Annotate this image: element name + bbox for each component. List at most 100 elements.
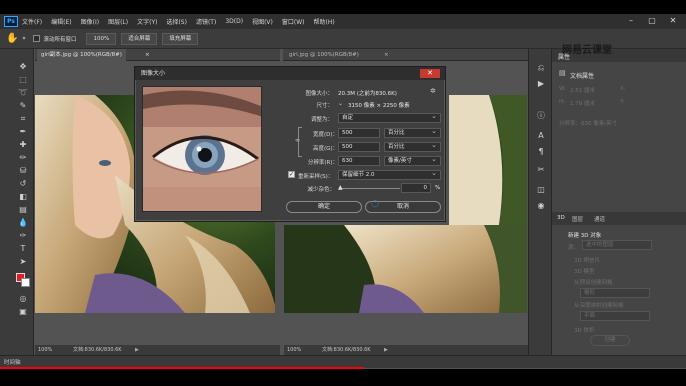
- quick-select-tool-icon[interactable]: ✎: [17, 100, 29, 112]
- width-unit-select[interactable]: 百分比: [384, 127, 441, 138]
- preset-select[interactable]: 帽形: [580, 288, 650, 298]
- settings-gear-icon[interactable]: ✲: [430, 87, 436, 95]
- fill-screen-button[interactable]: 填充屏幕: [162, 32, 199, 45]
- right-status-arrow-icon[interactable]: ▶: [384, 345, 388, 355]
- background-color-swatch[interactable]: [21, 278, 30, 287]
- lasso-tool-icon[interactable]: ➰: [17, 87, 29, 99]
- height-value[interactable]: 1.79 厘米: [570, 99, 595, 107]
- radio-postcard[interactable]: 3D 明信片: [574, 256, 600, 264]
- source-select[interactable]: 选中的图层: [582, 240, 652, 250]
- screen-mode-icon[interactable]: ▣: [17, 306, 29, 318]
- noise-slider-thumb[interactable]: ▲: [338, 184, 343, 191]
- tools-panel: ✥ ⬚ ➰ ✎ ⌗ ✒ ✚ ✏ ⛁ ↺ ◧ ▤ 💧 ✑ T ➤ ▭ 🔍 ◎ ▣: [0, 49, 34, 365]
- image-size-dialog: 图像大小 ✕ 图像大小： 20.3M (之前为830.6K) ✲ 尺寸： ⌄ 3…: [134, 66, 446, 222]
- info-panel-icon[interactable]: ⓘ: [536, 111, 546, 121]
- radio-volume[interactable]: 3D 体积: [574, 326, 594, 334]
- image-preview[interactable]: [142, 86, 262, 212]
- menu-window[interactable]: 窗口(W): [282, 17, 305, 26]
- menu-type[interactable]: 文字(Y): [137, 17, 157, 26]
- menu-image[interactable]: 图像(I): [81, 17, 99, 26]
- tool-preset-chevron-icon[interactable]: ▾: [22, 35, 25, 42]
- blur-tool-icon[interactable]: 💧: [17, 217, 29, 229]
- character-panel-icon[interactable]: A: [536, 131, 546, 141]
- fit-screen-button[interactable]: 适合屏幕: [121, 32, 158, 45]
- tab-close-icon[interactable]: ×: [141, 49, 154, 61]
- eraser-tool-icon[interactable]: ◧: [17, 191, 29, 203]
- height-unit-select[interactable]: 百分比: [384, 141, 441, 152]
- path-select-icon[interactable]: ➤: [17, 256, 29, 268]
- 3d-tabbar: 3D 图层 通道: [552, 212, 686, 225]
- width-value[interactable]: 2.51 厘米: [570, 86, 595, 94]
- right-canvas[interactable]: [284, 225, 527, 313]
- brush-tool-icon[interactable]: ✏: [17, 152, 29, 164]
- resolution-unit-select[interactable]: 像素/英寸: [384, 155, 441, 166]
- menu-filter[interactable]: 滤镜(T): [196, 17, 216, 26]
- resample-checkbox[interactable]: ✓: [288, 171, 295, 178]
- close-window-button[interactable]: ✕: [666, 15, 680, 27]
- layer-comps-icon[interactable]: ◫: [536, 185, 546, 195]
- pen-tool-icon[interactable]: ✑: [17, 230, 29, 242]
- noise-slider-track[interactable]: [340, 188, 400, 189]
- width-input[interactable]: 500: [338, 128, 380, 138]
- menu-layer[interactable]: 图层(L): [108, 17, 128, 26]
- history-brush-icon[interactable]: ↺: [17, 178, 29, 190]
- tab-girl[interactable]: girl.jpg @ 100%(RGB/8#): [285, 49, 363, 61]
- right-doc-tabbar: girl.jpg @ 100%(RGB/8#) ×: [283, 49, 528, 61]
- stamp-tool-icon[interactable]: ⛁: [17, 165, 29, 177]
- menu-edit[interactable]: 编辑(E): [51, 17, 71, 26]
- quick-mask-icon[interactable]: ◎: [17, 293, 29, 305]
- menu-select[interactable]: 选择(S): [166, 17, 187, 26]
- paragraph-panel-icon[interactable]: ¶: [536, 147, 546, 157]
- depth-select[interactable]: 平面: [580, 311, 650, 321]
- styles-panel-icon[interactable]: ◉: [536, 201, 546, 211]
- menu-file[interactable]: 文件(F): [22, 17, 42, 26]
- fit-to-select[interactable]: 自定: [338, 112, 441, 123]
- height-input[interactable]: 500: [338, 142, 380, 152]
- timeline-label[interactable]: 时间轴: [4, 358, 21, 366]
- create-3d-button[interactable]: 创建: [590, 335, 630, 346]
- menu-view[interactable]: 视图(V): [252, 17, 273, 26]
- gradient-tool-icon[interactable]: ▤: [17, 204, 29, 216]
- chain-link-icon[interactable]: ∞: [295, 137, 300, 144]
- left-zoom-level[interactable]: 100%: [38, 345, 52, 355]
- ok-button[interactable]: 确定: [286, 201, 362, 213]
- healing-brush-icon[interactable]: ✚: [17, 139, 29, 151]
- resolution-input[interactable]: 630: [338, 156, 380, 166]
- maximize-button[interactable]: ▢: [645, 15, 659, 27]
- radio-depth-mesh[interactable]: 从深度映射创建网格: [574, 301, 624, 309]
- noise-input[interactable]: 0: [401, 183, 431, 193]
- tab-girl-copy[interactable]: girl副本.jpg @ 100%(RGB/8#): [37, 49, 126, 61]
- history-panel-icon[interactable]: ⎌: [536, 63, 546, 73]
- radio-model[interactable]: 3D 模型: [574, 267, 594, 275]
- tab-layers[interactable]: 图层: [572, 215, 583, 223]
- tools-preset-icon[interactable]: ✂: [536, 165, 546, 175]
- dialog-close-button[interactable]: ✕: [420, 69, 440, 78]
- scroll-all-checkbox[interactable]: [33, 35, 41, 42]
- tab-close-right-icon[interactable]: ×: [380, 49, 393, 61]
- source-label: 源：: [568, 245, 580, 251]
- width-label: W:: [559, 86, 566, 92]
- marquee-tool-icon[interactable]: ⬚: [17, 74, 29, 86]
- tab-channels[interactable]: 通道: [594, 215, 605, 223]
- zoom-100-button[interactable]: 100%: [86, 32, 117, 45]
- tab-3d[interactable]: 3D: [557, 215, 565, 221]
- letterbox-bottom: [0, 369, 686, 386]
- type-tool-icon[interactable]: T: [17, 243, 29, 255]
- dimensions-chevron-icon[interactable]: ⌄: [338, 100, 343, 107]
- resolution-line: 分辨率：630 像素/英寸: [559, 121, 618, 127]
- radio-preset-mesh[interactable]: 从预设创建网格: [574, 278, 613, 286]
- left-status-arrow-icon[interactable]: ▶: [135, 345, 139, 355]
- right-zoom-level[interactable]: 100%: [287, 345, 301, 355]
- dialog-title: 图像大小: [135, 67, 445, 80]
- right-photo-top: [449, 95, 527, 225]
- actions-panel-icon[interactable]: ▶: [536, 79, 546, 89]
- minimize-button[interactable]: –: [624, 15, 638, 27]
- menu-help[interactable]: 帮助(H): [314, 17, 335, 26]
- crop-tool-icon[interactable]: ⌗: [17, 113, 29, 125]
- resample-method-select[interactable]: 保留细节 2.0: [338, 169, 441, 180]
- photoshop-logo: Ps: [4, 16, 18, 27]
- move-tool-icon[interactable]: ✥: [17, 61, 29, 73]
- eyedropper-tool-icon[interactable]: ✒: [17, 126, 29, 138]
- menu-3d[interactable]: 3D(D): [225, 18, 243, 25]
- height-label-dlg: 高度(G)：: [312, 146, 338, 152]
